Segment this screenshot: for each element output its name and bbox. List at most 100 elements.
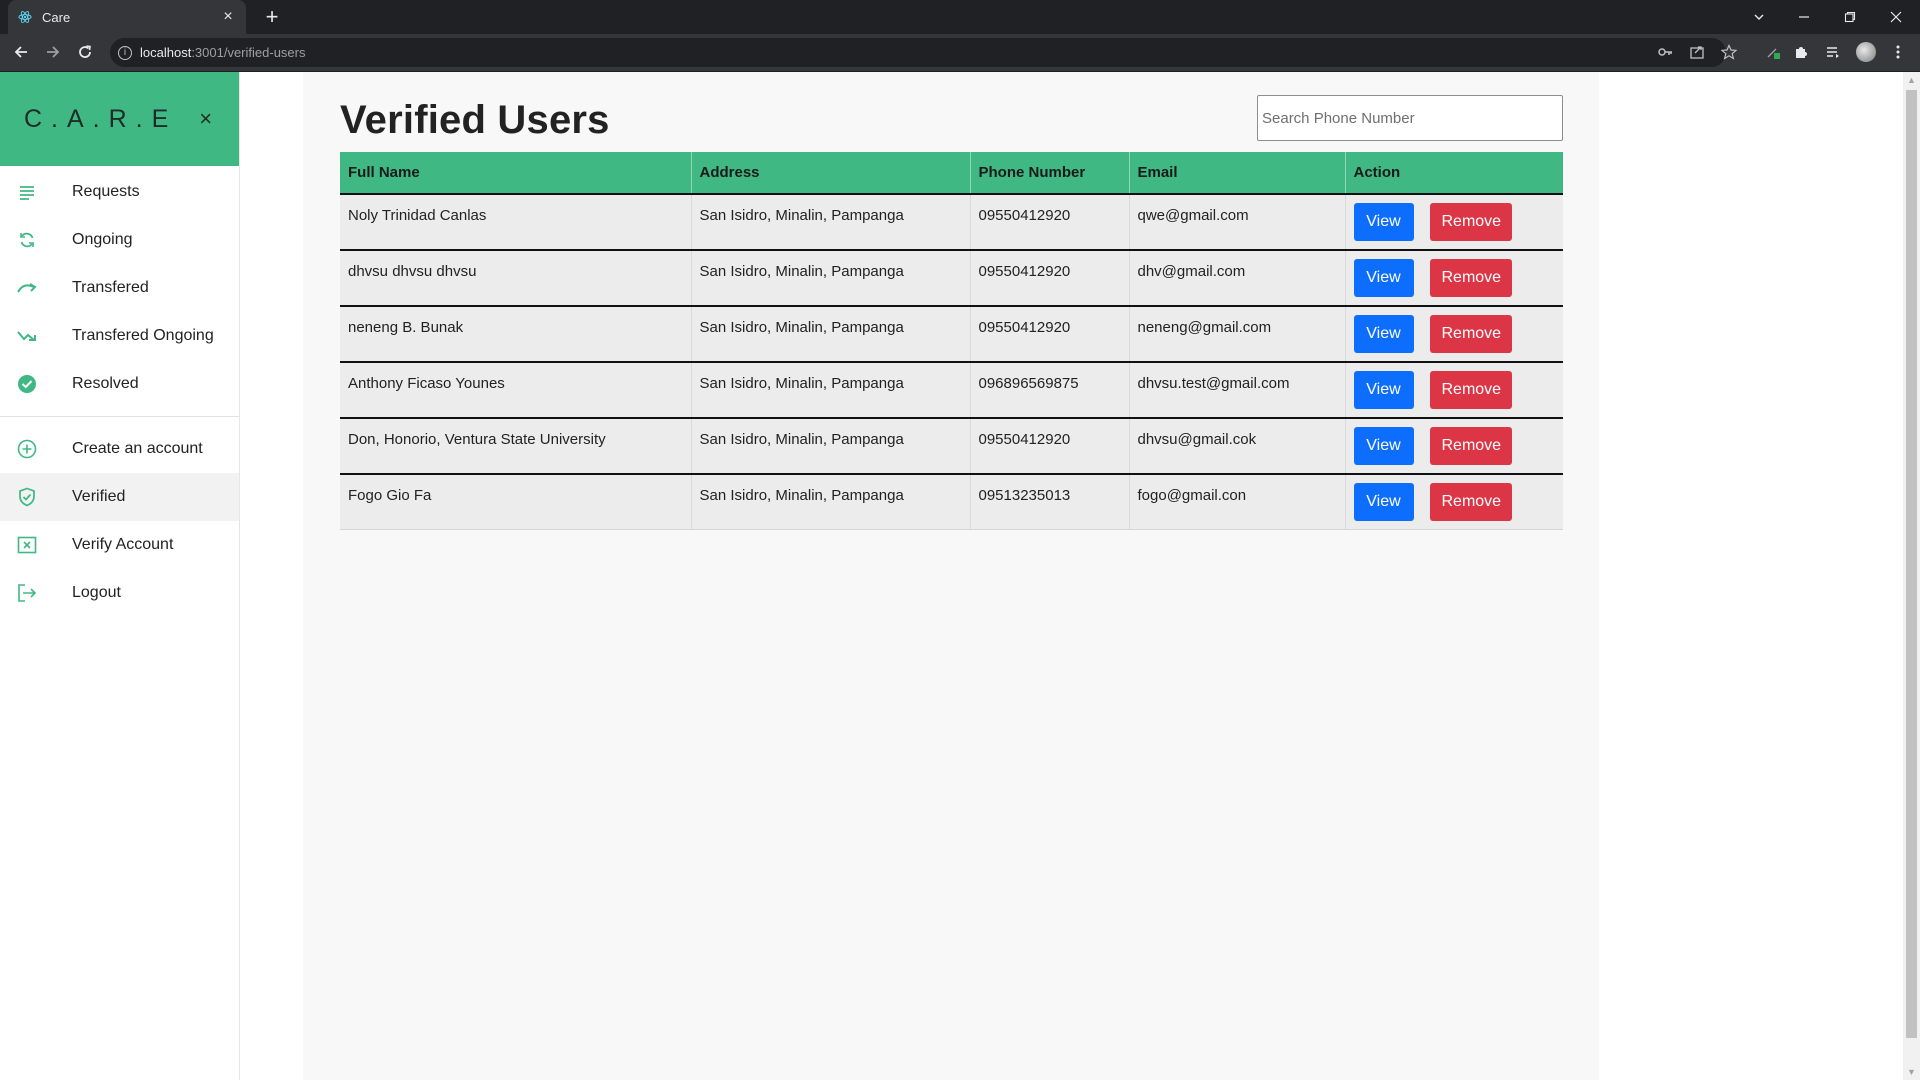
sidebar-item-label: Transfered [72, 279, 149, 296]
cell-address: San Isidro, Minalin, Pampanga [691, 418, 971, 475]
sidebar-item-create-account[interactable]: Create an account [0, 425, 239, 473]
page-title: Verified Users [340, 98, 610, 142]
view-button[interactable]: View [1353, 371, 1414, 409]
page-viewport: C.A.R.E × Requests Ongoing Transfered Tr… [0, 72, 1920, 1080]
view-button[interactable]: View [1353, 315, 1414, 353]
sidebar-close-icon[interactable]: × [199, 108, 212, 130]
column-header-phone-number[interactable]: Phone Number [970, 152, 1130, 195]
browser-tab-strip: Care × + [0, 0, 1920, 34]
remove-button[interactable]: Remove [1429, 371, 1512, 409]
sidebar-item-label: Verify Account [72, 536, 174, 553]
password-key-icon[interactable] [1654, 41, 1676, 63]
view-button[interactable]: View [1353, 259, 1414, 297]
sidebar-item-label: Create an account [72, 440, 203, 457]
verified-users-table-container: Full Name Address Phone Number Email Act… [340, 152, 1563, 530]
column-header-email[interactable]: Email [1129, 152, 1346, 195]
address-bar[interactable]: i localhost:3001/verified-users [110, 38, 1726, 67]
cell-action: View Remove [1345, 306, 1563, 363]
page-scrollbar[interactable]: ▲ ▼ [1903, 72, 1920, 1080]
sidebar-item-label: Ongoing [72, 231, 133, 248]
restore-icon[interactable] [1828, 0, 1872, 34]
view-button[interactable]: View [1353, 483, 1414, 521]
sidebar-header: C.A.R.E × [0, 72, 239, 166]
scrollbar-thumb[interactable] [1906, 90, 1917, 1038]
sidebar-item-requests[interactable]: Requests [0, 168, 239, 216]
browser-tab[interactable]: Care × [8, 0, 246, 34]
cell-phone-number: 09513235013 [970, 474, 1130, 530]
sidebar-menu: Requests Ongoing Transfered Transfered O… [0, 168, 239, 408]
remove-button[interactable]: Remove [1429, 427, 1512, 465]
cell-address: San Isidro, Minalin, Pampanga [691, 250, 971, 307]
main-content: Verified Users Full Name Address Phone N… [303, 72, 1599, 1080]
sidebar-account-menu: Create an account Verified Verify Accoun… [0, 425, 239, 617]
reload-icon[interactable] [73, 40, 97, 64]
react-logo-icon [18, 11, 32, 23]
sidebar-item-transfered[interactable]: Transfered [0, 264, 239, 312]
back-arrow-icon[interactable] [9, 40, 33, 64]
extensions-puzzle-icon[interactable] [1790, 41, 1812, 63]
cell-email: qwe@gmail.com [1129, 194, 1346, 251]
cell-address: San Isidro, Minalin, Pampanga [691, 194, 971, 251]
remove-button[interactable]: Remove [1429, 315, 1512, 353]
sidebar-item-resolved[interactable]: Resolved [0, 360, 239, 408]
forward-arrow-icon[interactable] [41, 40, 65, 64]
cell-phone-number: 09550412920 [970, 418, 1130, 475]
cell-phone-number: 09550412920 [970, 194, 1130, 251]
refresh-icon [17, 230, 37, 250]
new-tab-button[interactable]: + [260, 4, 284, 30]
plus-circle-icon [17, 439, 37, 459]
table-row: Noly Trinidad Canlas San Isidro, Minalin… [340, 194, 1563, 251]
cell-email: dhv@gmail.com [1129, 250, 1346, 307]
cell-email: neneng@gmail.com [1129, 306, 1346, 363]
cell-full-name: Anthony Ficaso Younes [340, 362, 692, 419]
cell-action: View Remove [1345, 474, 1563, 530]
sidebar-item-label: Logout [72, 584, 121, 601]
verified-users-table: Full Name Address Phone Number Email Act… [340, 152, 1563, 530]
site-info-icon[interactable]: i [118, 45, 132, 60]
cell-phone-number: 096896569875 [970, 362, 1130, 419]
cell-email: dhvsu.test@gmail.com [1129, 362, 1346, 419]
sidebar-item-label: Resolved [72, 375, 139, 392]
table-row: Fogo Gio Fa San Isidro, Minalin, Pampang… [340, 474, 1563, 530]
tab-close-icon[interactable]: × [220, 8, 236, 26]
share-icon[interactable] [1686, 41, 1708, 63]
cell-action: View Remove [1345, 362, 1563, 419]
window-close-icon[interactable] [1874, 0, 1918, 34]
profile-avatar[interactable] [1856, 42, 1876, 62]
bookmark-star-icon[interactable] [1718, 41, 1740, 63]
logout-icon [17, 583, 37, 603]
cell-full-name: Fogo Gio Fa [340, 474, 692, 530]
tab-title: Care [42, 9, 71, 25]
sidebar-item-ongoing[interactable]: Ongoing [0, 216, 239, 264]
remove-button[interactable]: Remove [1429, 203, 1512, 241]
reading-list-icon[interactable] [1822, 41, 1844, 63]
cell-address: San Isidro, Minalin, Pampanga [691, 474, 971, 530]
view-button[interactable]: View [1353, 427, 1414, 465]
sidebar-item-label: Requests [72, 183, 140, 200]
remove-button[interactable]: Remove [1429, 259, 1512, 297]
sidebar-item-verified[interactable]: Verified [0, 473, 239, 521]
cell-full-name: neneng B. Bunak [340, 306, 692, 363]
brand-logo-text: C.A.R.E [24, 104, 178, 133]
trend-up-icon [17, 278, 37, 298]
cell-action: View Remove [1345, 194, 1563, 251]
cell-phone-number: 09550412920 [970, 306, 1130, 363]
browser-menu-icon[interactable] [1887, 41, 1909, 63]
tab-search-icon[interactable] [1737, 0, 1781, 34]
sidebar-item-verify-account[interactable]: Verify Account [0, 521, 239, 569]
extension-pen-icon[interactable] [1762, 41, 1784, 63]
scroll-up-arrow-icon[interactable]: ▲ [1903, 72, 1920, 88]
column-header-address[interactable]: Address [691, 152, 971, 195]
column-header-full-name[interactable]: Full Name [340, 152, 692, 195]
sidebar-item-transfered-ongoing[interactable]: Transfered Ongoing [0, 312, 239, 360]
cell-full-name: Don, Honorio, Ventura State University [340, 418, 692, 475]
cell-address: San Isidro, Minalin, Pampanga [691, 362, 971, 419]
scroll-down-arrow-icon[interactable]: ▼ [1903, 1064, 1920, 1080]
cell-action: View Remove [1345, 418, 1563, 475]
table-row: dhvsu dhvsu dhvsu San Isidro, Minalin, P… [340, 250, 1563, 307]
remove-button[interactable]: Remove [1429, 483, 1512, 521]
view-button[interactable]: View [1353, 203, 1414, 241]
search-phone-input[interactable] [1257, 95, 1563, 141]
minimize-icon[interactable] [1782, 0, 1826, 34]
sidebar-item-logout[interactable]: Logout [0, 569, 239, 617]
